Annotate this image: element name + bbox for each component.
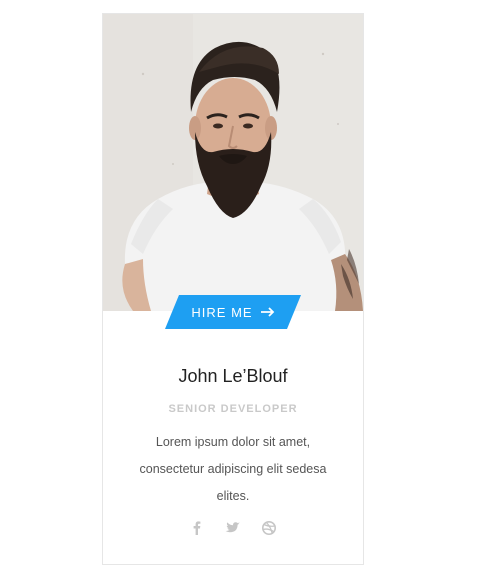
arrow-right-icon <box>260 307 274 317</box>
profile-photo <box>103 14 363 311</box>
profile-role: SENIOR DEVELOPER <box>168 403 298 415</box>
social-links <box>103 519 363 537</box>
dribbble-icon[interactable] <box>260 519 278 537</box>
profile-name: John Le’Blouf <box>178 366 288 386</box>
profile-card: HIRE ME John Le’Blouf SENIOR DEVELOPER L… <box>102 13 364 565</box>
profile-bio: Lorem ipsum dolor sit amet, consectetur … <box>139 435 327 503</box>
hire-me-button[interactable]: HIRE ME <box>165 295 301 329</box>
hire-me-label: HIRE ME <box>191 304 253 320</box>
facebook-icon[interactable] <box>188 519 206 537</box>
twitter-icon[interactable] <box>224 519 242 537</box>
